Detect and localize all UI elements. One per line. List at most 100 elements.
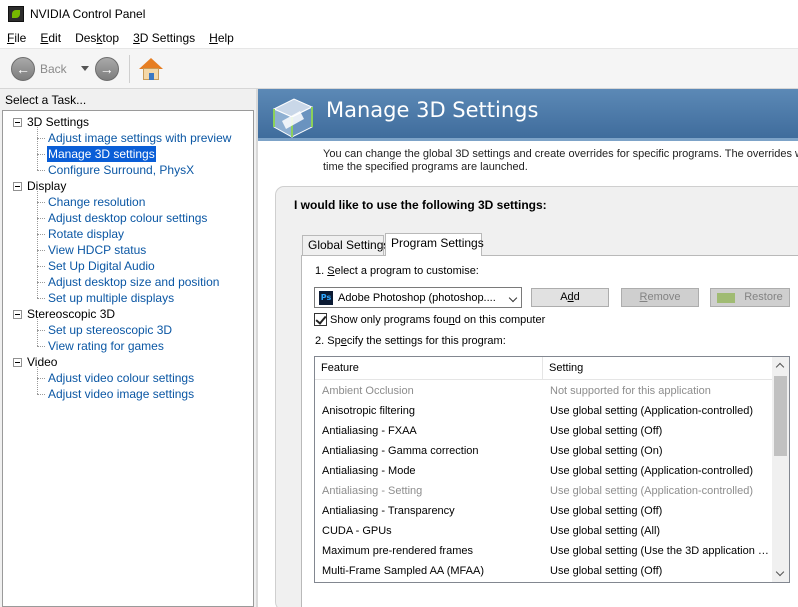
show-only-found-label[interactable]: Show only programs found on this compute… xyxy=(330,314,545,326)
settings-row[interactable]: Antialiasing - Transparency Use global se… xyxy=(315,501,773,521)
feature-cell: Antialiasing - Setting xyxy=(322,485,423,497)
settings-row[interactable]: Multi-Frame Sampled AA (MFAA) Use global … xyxy=(315,561,773,581)
collapse-icon[interactable] xyxy=(13,181,22,191)
menu-3d-settings[interactable]: 3D Settings xyxy=(126,28,202,49)
task-tree-pane: 3D Settings Adjust image settings with pr… xyxy=(2,110,254,607)
settings-row[interactable]: Antialiasing - Mode Use global setting (A… xyxy=(315,461,773,481)
tree-item-view-rating-for-games[interactable]: View rating for games xyxy=(47,338,165,354)
tree-item-adjust-video-colour-settings[interactable]: Adjust video colour settings xyxy=(47,370,195,386)
tree-category-label[interactable]: Stereoscopic 3D xyxy=(27,307,115,321)
tree-item-configure-surround-physx[interactable]: Configure Surround, PhysX xyxy=(47,162,195,178)
tree-item-change-resolution[interactable]: Change resolution xyxy=(47,194,146,210)
setting-cell[interactable]: Use global setting (Use the 3D applicati… xyxy=(550,541,770,561)
settings-row[interactable]: Maximum pre-rendered frames Use global se… xyxy=(315,541,773,561)
feature-cell: CUDA - GPUs xyxy=(322,525,392,537)
setting-cell[interactable]: Use global setting (Off) xyxy=(550,421,770,441)
show-only-found-checkbox[interactable] xyxy=(314,313,327,326)
settings-row[interactable]: Antialiasing - Gamma correction Use globa… xyxy=(315,441,773,461)
setting-cell[interactable]: Use global setting (Off) xyxy=(550,501,770,521)
setting-cell[interactable]: Use global setting (On) xyxy=(550,441,770,461)
settings-row[interactable]: Antialiasing - Setting Use global setting… xyxy=(315,481,773,501)
tree-item-set-up-multiple-displays[interactable]: Set up multiple displays xyxy=(47,290,175,306)
program-select[interactable]: Ps Adobe Photoshop (photoshop.... xyxy=(314,287,522,308)
feature-cell: Anisotropic filtering xyxy=(322,405,415,417)
menu-desktop[interactable]: Desktop xyxy=(68,28,126,49)
photoshop-icon: Ps xyxy=(319,290,333,305)
settings-row[interactable]: Anisotropic filtering Use global setting … xyxy=(315,401,773,421)
back-button[interactable]: ← xyxy=(11,56,35,81)
tab-global-settings[interactable]: Global Settings xyxy=(302,235,389,255)
menu-edit[interactable]: Edit xyxy=(33,28,68,49)
collapse-icon[interactable] xyxy=(13,117,22,127)
tree-item-adjust-desktop-size-and-position[interactable]: Adjust desktop size and position xyxy=(47,274,220,290)
setting-cell[interactable]: Use global setting (Off) xyxy=(550,561,770,581)
setting-cell[interactable]: Not supported for this application xyxy=(550,381,770,401)
setting-cell[interactable]: Use global setting (Application-controll… xyxy=(550,461,770,481)
collapse-icon[interactable] xyxy=(13,309,22,319)
settings-row[interactable]: Antialiasing - FXAA Use global setting (O… xyxy=(315,421,773,441)
feature-cell: Antialiasing - FXAA xyxy=(322,425,417,437)
page-intro: You can change the global 3D settings an… xyxy=(323,148,798,174)
restore-label: Restore xyxy=(744,291,783,303)
tab-program-settings[interactable]: Program Settings xyxy=(385,233,484,256)
tree-item-adjust-desktop-colour-settings[interactable]: Adjust desktop colour settings xyxy=(47,210,208,226)
intro-line-1: You can change the global 3D settings an… xyxy=(323,148,798,160)
feature-cell: Antialiasing - Gamma correction xyxy=(322,445,479,457)
setting-cell[interactable]: Use global setting (Application-controll… xyxy=(550,401,770,421)
scroll-up-icon[interactable] xyxy=(772,357,789,374)
feature-cell: Multi-Frame Sampled AA (MFAA) xyxy=(322,565,484,577)
vertical-scrollbar[interactable] xyxy=(772,357,789,582)
specify-settings-label: 2. Specify the settings for this program… xyxy=(315,335,506,347)
tree-item-rotate-display[interactable]: Rotate display xyxy=(47,226,125,242)
setting-cell[interactable]: Use global setting (Application-controll… xyxy=(550,481,770,501)
tree-category-label[interactable]: Video xyxy=(27,355,57,369)
tree-item-set-up-stereoscopic-3d[interactable]: Set up stereoscopic 3D xyxy=(47,322,173,338)
arrow-left-icon: ← xyxy=(16,60,30,77)
forward-button[interactable]: → xyxy=(94,56,119,81)
tree-item-set-up-digital-audio[interactable]: Set Up Digital Audio xyxy=(47,258,156,274)
remove-button[interactable]: Remove xyxy=(621,288,699,307)
tree-category-stereoscopic-3d[interactable]: Stereoscopic 3D xyxy=(13,306,115,322)
menu-help[interactable]: Help xyxy=(202,28,241,49)
back-label[interactable]: Back xyxy=(40,62,67,76)
setting-cell[interactable]: Use global setting (All) xyxy=(550,521,770,541)
window-title: NVIDIA Control Panel xyxy=(30,7,146,21)
home-button[interactable] xyxy=(138,56,164,82)
tree-item-adjust-image-settings-with-preview[interactable]: Adjust image settings with preview xyxy=(47,130,232,146)
toolbar: ← Back → xyxy=(0,49,798,89)
collapse-icon[interactable] xyxy=(13,357,22,367)
restore-button[interactable]: Restore xyxy=(710,288,790,307)
tree-item-view-hdcp-status[interactable]: View HDCP status xyxy=(47,242,147,258)
title-bar: NVIDIA Control Panel xyxy=(0,0,798,28)
menu-file[interactable]: File xyxy=(0,28,33,49)
arrow-right-icon: → xyxy=(99,60,114,77)
tree-item-manage-3d-settings[interactable]: Manage 3D settings xyxy=(47,146,156,162)
settings-panel: I would like to use the following 3D set… xyxy=(275,186,798,607)
panel-heading: I would like to use the following 3D set… xyxy=(294,198,547,212)
3d-settings-icon xyxy=(272,98,314,138)
feature-cell: Antialiasing - Mode xyxy=(322,465,416,477)
select-task-label: Select a Task... xyxy=(5,93,87,107)
feature-cell: Maximum pre-rendered frames xyxy=(322,545,473,557)
tree-category-label[interactable]: Display xyxy=(27,179,66,193)
show-only-found-row[interactable]: Show only programs found on this compute… xyxy=(314,313,545,326)
nvidia-app-icon xyxy=(8,6,24,22)
menu-bar: File Edit Desktop 3D Settings Help xyxy=(0,28,798,49)
settings-row[interactable]: Ambient Occlusion Not supported for this … xyxy=(315,381,773,401)
scroll-thumb[interactable] xyxy=(774,376,787,456)
column-header-setting[interactable]: Setting xyxy=(543,357,773,380)
add-button[interactable]: Add xyxy=(531,288,609,307)
scroll-down-icon[interactable] xyxy=(772,565,789,582)
history-dropdown-icon[interactable] xyxy=(80,66,89,71)
tree-category-display[interactable]: Display xyxy=(13,178,66,194)
intro-line-2: time the specified programs are launched… xyxy=(323,161,528,173)
content-pane: Manage 3D Settings You can change the gl… xyxy=(258,89,798,607)
program-select-value: Adobe Photoshop (photoshop.... xyxy=(338,291,496,304)
page-banner: Manage 3D Settings xyxy=(258,89,798,141)
nvidia-logo-icon xyxy=(717,292,736,303)
tree-category-video[interactable]: Video xyxy=(13,354,57,370)
column-header-feature[interactable]: Feature xyxy=(315,357,543,380)
tree-category-3d-settings[interactable]: 3D Settings xyxy=(13,114,89,130)
settings-row[interactable]: CUDA - GPUs Use global setting (All) xyxy=(315,521,773,541)
tree-item-adjust-video-image-settings[interactable]: Adjust video image settings xyxy=(47,386,195,402)
